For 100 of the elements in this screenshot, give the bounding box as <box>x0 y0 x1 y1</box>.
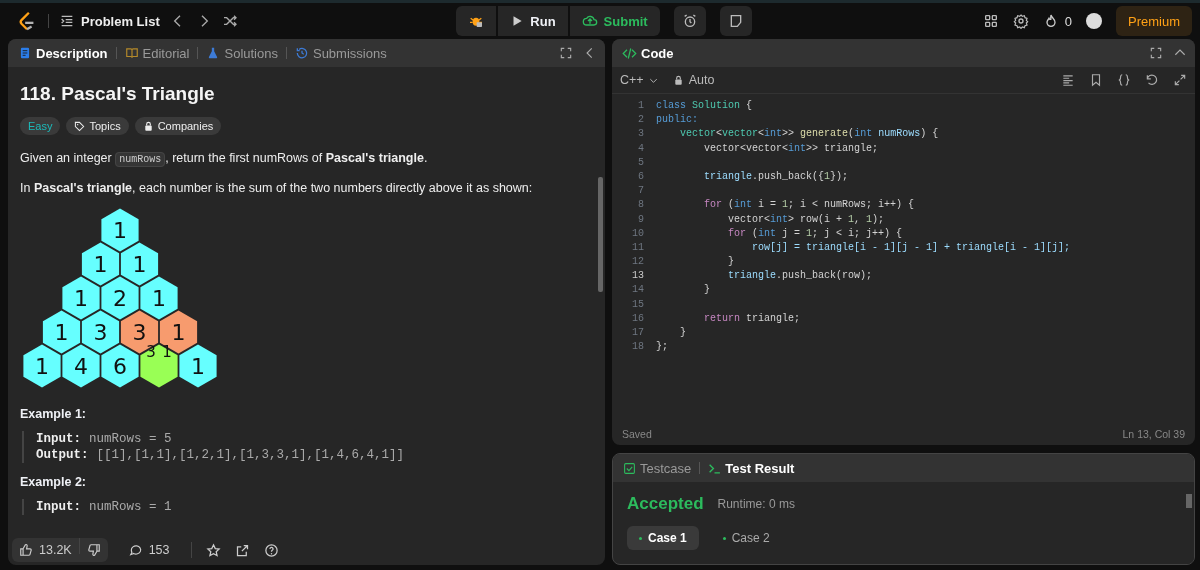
run-button[interactable]: Run <box>498 6 568 36</box>
line-number: 7 <box>637 184 645 199</box>
line-number: 4 <box>637 141 645 156</box>
panel-tab[interactable]: Editorial <box>122 45 192 61</box>
result-status: Accepted <box>627 494 704 514</box>
hexagon-number: 1 <box>191 354 205 379</box>
expand-icon[interactable] <box>1173 73 1187 87</box>
bookmark-icon[interactable] <box>1089 73 1103 87</box>
input-label: Input: <box>36 431 81 447</box>
settings-icon[interactable] <box>1012 13 1029 29</box>
fullscreen-icon[interactable] <box>1149 46 1163 60</box>
lock-icon <box>672 74 684 86</box>
difficulty-tag: Easy <box>20 117 61 135</box>
companies-button[interactable]: Companies <box>134 117 222 135</box>
checkbox-icon <box>623 461 636 475</box>
line-number: 1 <box>637 99 645 113</box>
example-heading: Example 1: <box>20 407 87 421</box>
example-heading: Example 2: <box>20 475 87 489</box>
star-icon[interactable] <box>205 542 221 558</box>
thumbs-up-icon <box>19 543 33 557</box>
hexagon-number: 1 <box>162 343 172 361</box>
line-number: 2 <box>637 113 645 128</box>
grid-icon[interactable] <box>982 13 999 29</box>
timer-button[interactable] <box>673 6 706 36</box>
lock-icon <box>142 120 154 132</box>
line-number: 13 <box>631 269 645 284</box>
help-icon[interactable] <box>263 542 279 558</box>
panel-tab[interactable]: Submissions <box>292 45 389 61</box>
line-number: 15 <box>631 297 645 312</box>
line-number: 10 <box>631 226 645 241</box>
submit-button[interactable]: Submit <box>569 6 660 36</box>
line-number: 12 <box>631 255 645 270</box>
line-number: 14 <box>631 283 645 298</box>
auto-mode-label: Auto <box>672 73 715 87</box>
line-number: 6 <box>637 169 645 184</box>
format-icon[interactable] <box>1061 73 1075 87</box>
line-number: 5 <box>637 155 645 170</box>
hexagon-number: 6 <box>113 354 127 379</box>
code-line: vector<vector<int>> triangle; <box>703 141 879 156</box>
case-tab[interactable]: Case 1 <box>627 526 699 550</box>
streak-counter[interactable]: 0 <box>1042 13 1072 29</box>
hexagon-number: 1 <box>54 320 69 345</box>
panel-tab[interactable]: Testcase <box>621 460 694 476</box>
language-dropdown[interactable]: C++ <box>620 73 659 87</box>
cursor-position: Ln 13, Col 39 <box>1122 428 1185 440</box>
hexagon-number: 1 <box>35 354 49 379</box>
line-number: 18 <box>631 340 645 355</box>
code-line: vector<int> row(i + 1, 1); <box>727 212 885 227</box>
problem-title: 118. Pascal's Triangle <box>20 83 216 105</box>
line-number: 11 <box>631 240 645 255</box>
premium-button[interactable]: Premium <box>1116 6 1192 36</box>
problem-text: In Pascal's triangle, each number is the sum of the two numbers directly above it as shown: <box>20 180 534 197</box>
code-line: for (int i = 1; i < numRows; i++) { <box>703 198 915 213</box>
fullscreen-icon[interactable] <box>559 46 573 60</box>
code-line: class Solution { <box>656 99 753 113</box>
thumbs-down-icon <box>86 543 101 557</box>
problem-text: Given an integer numRows , return the first numRows of Pascal's triangle. <box>20 150 429 169</box>
line-number: 9 <box>637 212 645 227</box>
hexagon-number: 1 <box>74 286 88 311</box>
case-tab[interactable]: Case 2 <box>710 526 782 550</box>
code-line: for (int j = 1; j < i; j++) { <box>727 226 903 241</box>
output-label: Output: <box>36 447 89 463</box>
cloud-upload-icon <box>581 13 598 29</box>
input-value: numRows = 5 <box>89 431 172 447</box>
document-icon <box>18 46 32 60</box>
avatar[interactable] <box>1086 13 1102 29</box>
debug-button[interactable] <box>456 6 497 36</box>
hexagon-number: 1 <box>171 320 186 345</box>
panel-tab[interactable]: Solutions <box>204 45 280 61</box>
hexagon-number: 1 <box>132 252 147 277</box>
code-line: return triangle; <box>703 311 801 326</box>
code-line: } <box>727 255 734 270</box>
problem-list-button[interactable]: Problem List <box>59 13 160 29</box>
panel-tab[interactable]: Test Result <box>706 460 797 476</box>
input-label: Input: <box>36 499 81 515</box>
braces-icon[interactable] <box>1117 73 1131 87</box>
notes-button[interactable] <box>719 6 752 36</box>
share-icon[interactable] <box>234 542 250 558</box>
code-line: } <box>703 283 710 298</box>
code-line: public: <box>656 113 698 128</box>
tag-icon <box>74 120 86 132</box>
list-icon <box>59 13 75 29</box>
topics-button[interactable]: Topics <box>66 117 129 135</box>
hexagon-number: 1 <box>93 252 108 277</box>
code-line: } <box>679 326 686 340</box>
panel-title: Code <box>620 45 676 61</box>
hexagon-number: 2 <box>113 286 127 311</box>
hexagon-number: 4 <box>74 354 88 379</box>
input-value: numRows = 1 <box>89 499 172 515</box>
shuffle-icon[interactable] <box>221 13 238 29</box>
reset-icon[interactable] <box>1145 73 1159 87</box>
hexagon-number: 1 <box>113 218 127 243</box>
comments-button[interactable]: 153 <box>121 543 177 557</box>
hexagon-number: 1 <box>152 286 166 311</box>
history-icon <box>294 46 309 60</box>
book-icon <box>124 46 139 60</box>
panel-tab[interactable]: Description <box>16 45 110 61</box>
hexagon-number: 3 <box>146 343 156 361</box>
runtime-text: Runtime: 0 ms <box>717 497 795 511</box>
hexagon-number: 3 <box>132 320 147 345</box>
